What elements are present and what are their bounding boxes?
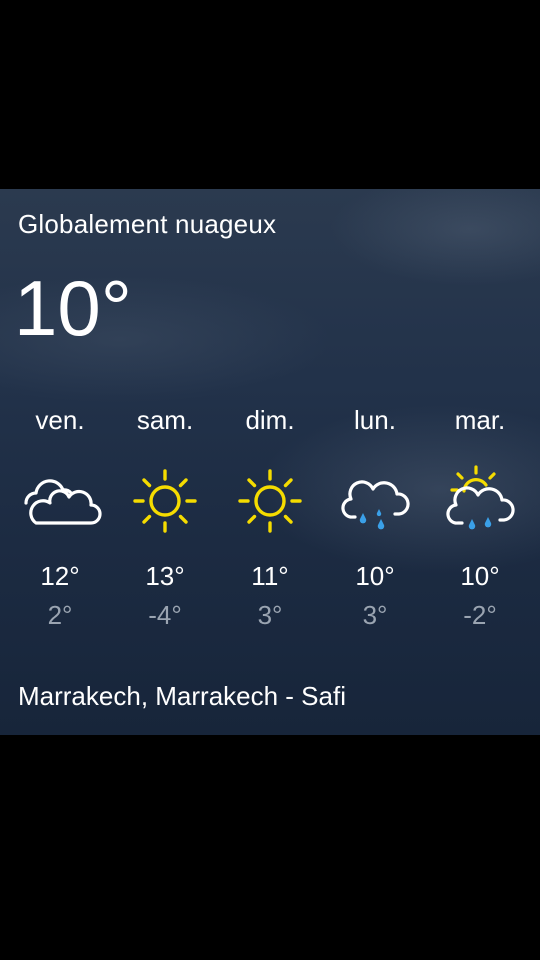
- high-temp: 12°: [40, 561, 80, 591]
- day-name: sam.: [136, 405, 194, 435]
- low-temp: 2°: [47, 600, 73, 630]
- condition-text: Globalement nuageux: [18, 209, 277, 239]
- sun-rain-cloud-icon: [438, 459, 522, 543]
- weather-live-tile[interactable]: Globalement nuageux 10° ven. 12° 2° sam.: [0, 189, 540, 735]
- high-temp: 11°: [251, 561, 289, 591]
- location-text: Marrakech, Marrakech - Safi: [18, 681, 346, 711]
- forecast-day: dim. 11° 3°: [218, 405, 322, 631]
- current-temperature: 10°: [14, 264, 132, 352]
- day-name: mar.: [454, 405, 506, 435]
- sun-icon: [228, 459, 312, 543]
- high-temp: 10°: [355, 561, 395, 591]
- low-temp: -4°: [148, 600, 182, 630]
- forecast-day: lun. 10° 3°: [323, 405, 427, 631]
- day-name: lun.: [354, 405, 396, 435]
- day-name: dim.: [245, 405, 295, 435]
- day-name: ven.: [35, 405, 85, 435]
- forecast-day: mar. 10° -2°: [428, 405, 532, 631]
- low-temp: 3°: [362, 600, 388, 630]
- rain-cloud-icon: [333, 459, 417, 543]
- sun-icon: [123, 459, 207, 543]
- high-temp: 10°: [460, 561, 500, 591]
- high-temp: 13°: [145, 561, 185, 591]
- forecast-day: sam. 13° -4°: [113, 405, 217, 631]
- cloudy-icon: [18, 459, 102, 543]
- low-temp: -2°: [463, 600, 497, 630]
- forecast-day: ven. 12° 2°: [8, 405, 112, 631]
- low-temp: 3°: [257, 600, 283, 630]
- forecast-row: ven. 12° 2° sam. 13° -4° dim. 11° 3° lun…: [8, 405, 532, 631]
